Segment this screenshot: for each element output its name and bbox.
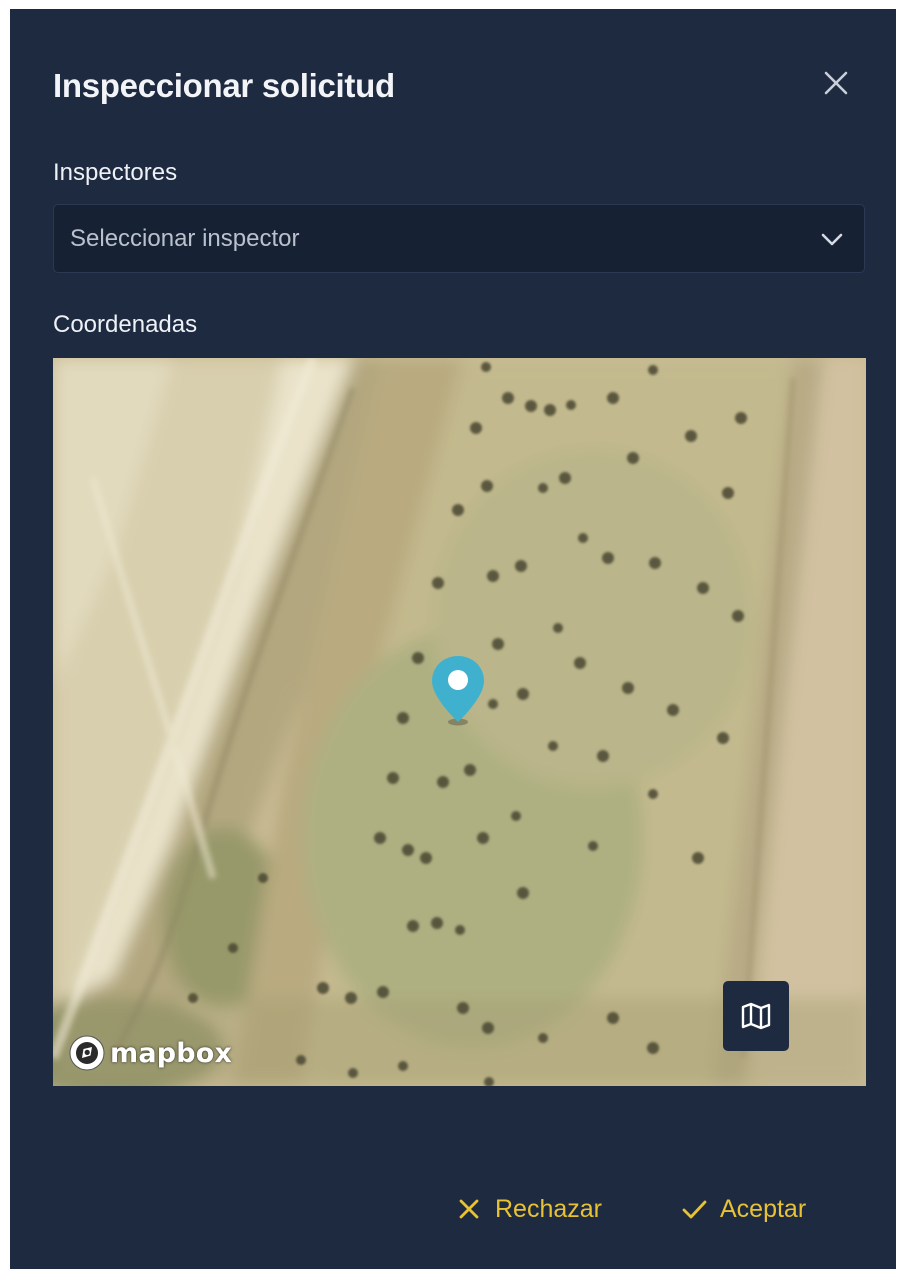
map-style-toggle-button[interactable]	[723, 981, 789, 1051]
mapbox-logo-icon	[69, 1035, 105, 1071]
inspectors-label: Inspectores	[53, 159, 178, 186]
coordinates-label: Coordenadas	[53, 311, 198, 338]
coordinates-map[interactable]: mapbox	[53, 358, 866, 1086]
inspector-select-placeholder: Seleccionar inspector	[70, 225, 300, 252]
check-icon	[682, 1200, 707, 1219]
accept-button[interactable]: Aceptar	[680, 1187, 806, 1231]
reject-button-label: Rechazar	[495, 1194, 602, 1223]
mapbox-attribution: mapbox	[110, 1037, 233, 1069]
mapbox-logo[interactable]: mapbox	[68, 1034, 232, 1072]
map-icon	[741, 1002, 771, 1030]
chevron-down-icon	[821, 233, 843, 246]
inspector-select[interactable]: Seleccionar inspector	[53, 204, 865, 273]
dialog-title: Inspeccionar solicitud	[53, 67, 395, 104]
close-icon	[824, 71, 848, 95]
location-marker-pin-icon[interactable]	[430, 654, 486, 726]
inspect-request-dialog: Inspeccionar solicitud Inspectores Selec…	[10, 9, 896, 1269]
accept-button-label: Aceptar	[720, 1194, 807, 1223]
close-button[interactable]	[818, 65, 854, 101]
reject-button[interactable]: Rechazar	[455, 1187, 602, 1231]
x-icon	[459, 1199, 479, 1219]
